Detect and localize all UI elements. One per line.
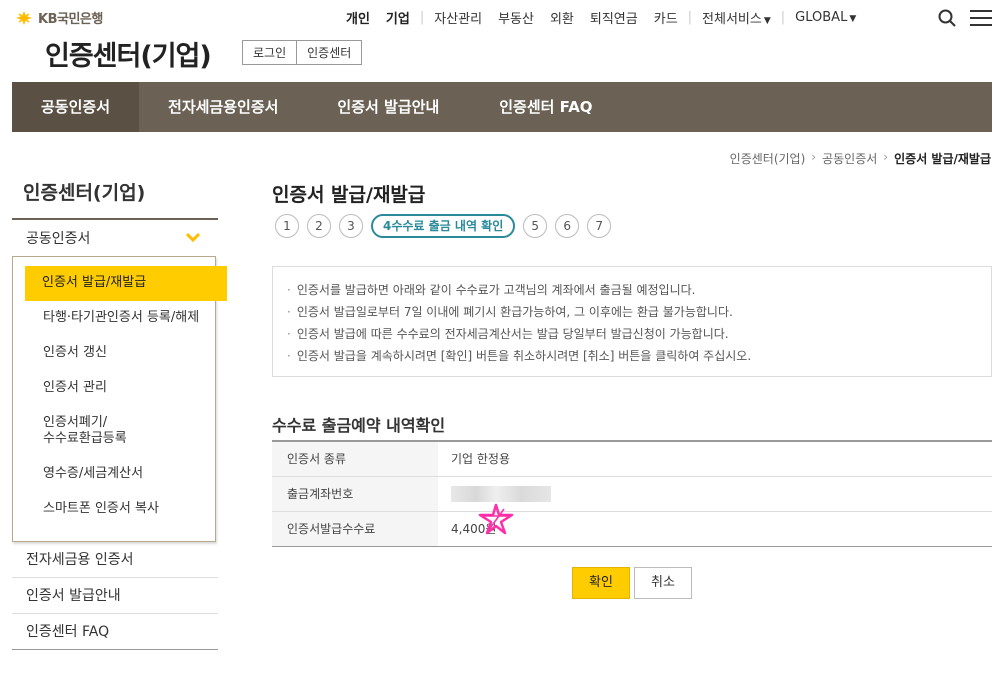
sidebar-item-register[interactable]: 타행·타기관인증서 등록/해제 xyxy=(13,301,215,336)
step-current: 4수수료 출금 내역 확인 xyxy=(371,214,516,238)
step-item: 7 xyxy=(587,214,612,238)
table-row: 인증서발급수수료 4,400원 xyxy=(272,503,992,546)
search-icon[interactable] xyxy=(938,9,956,27)
top-nav-global[interactable]: GLOBAL ▼ xyxy=(787,10,864,25)
confirm-button[interactable]: 확인 xyxy=(572,567,630,599)
step-item: 1 xyxy=(275,214,299,238)
star-annotation-icon xyxy=(478,503,514,534)
breadcrumb: 인증센터(기업) › 공동인증서 › 인증서 발급/재발급 xyxy=(730,150,991,167)
sidebar-menu: 공동인증서 인증서 발급/재발급 타행·타기관인증서 등록/해제 인증서 갱신 … xyxy=(12,218,227,651)
top-nav-forex[interactable]: 외환 xyxy=(542,8,582,27)
chevron-right-icon: › xyxy=(811,150,817,164)
site-title[interactable]: 인증센터(기업) xyxy=(45,34,212,73)
caret-down-icon: ▼ xyxy=(763,16,771,26)
global-label: GLOBAL xyxy=(795,10,848,25)
top-nav-card[interactable]: 카드 xyxy=(646,8,686,27)
page-title: 인증서 발급/재발급 xyxy=(272,184,426,206)
table-value-fee: 4,400원 xyxy=(438,503,992,546)
sidebar-item-smartphone-copy[interactable]: 스마트폰 인증서 복사 xyxy=(13,492,215,527)
main-nav-joint-cert[interactable]: 공동인증서 xyxy=(12,82,140,132)
breadcrumb-current: 인증서 발급/재발급 xyxy=(894,152,991,166)
sidebar-category-label: 공동인증서 xyxy=(26,231,91,247)
fee-info-table: 인증서 종류 기업 한정용 출금계좌번호 인증서발급수수료 4,400원 xyxy=(272,440,992,547)
top-nav-business[interactable]: 기업 xyxy=(378,8,418,27)
top-nav-asset[interactable]: 자산관리 xyxy=(426,8,490,27)
top-nav-pension[interactable]: 퇴직연금 xyxy=(582,8,646,27)
sidebar-item-manage[interactable]: 인증서 관리 xyxy=(13,371,215,406)
kb-logo[interactable]: KB국민은행 xyxy=(14,8,103,27)
top-nav-realestate[interactable]: 부동산 xyxy=(490,8,542,27)
notice-item: 인증서 발급을 계속하시려면 [확인] 버튼을 취소하시려면 [취소] 버튼을 … xyxy=(287,345,977,367)
table-label: 인증서발급수수료 xyxy=(272,511,438,546)
sidebar-submenu: 인증서 발급/재발급 타행·타기관인증서 등록/해제 인증서 갱신 인증서 관리… xyxy=(12,256,227,543)
breadcrumb-item[interactable]: 인증센터(기업) xyxy=(730,150,806,167)
masked-account-number xyxy=(451,485,551,502)
step-item: 2 xyxy=(307,214,331,238)
nav-divider: | xyxy=(687,10,693,25)
all-services-label: 전체서비스 xyxy=(702,12,762,27)
step-item: 5 xyxy=(523,214,548,238)
breadcrumb-item[interactable]: 공동인증서 xyxy=(822,150,877,167)
nav-divider: | xyxy=(419,10,425,25)
table-value-masked xyxy=(438,476,992,511)
sidebar-item-issue[interactable]: 인증서 발급/재발급 xyxy=(25,266,227,301)
notice-item: 인증서 발급에 따른 수수료의 전자세금계산서는 발급 당일부터 발급신청이 가… xyxy=(287,323,977,345)
sidebar-item-etax[interactable]: 전자세금용 인증서 xyxy=(12,542,218,579)
sidebar-item-receipt[interactable]: 영수증/세금계산서 xyxy=(13,457,215,492)
chevron-right-icon: › xyxy=(883,150,889,164)
cancel-button[interactable]: 취소 xyxy=(634,567,692,599)
sidebar-item-issue-guide[interactable]: 인증서 발급안내 xyxy=(12,578,218,615)
top-nav-personal[interactable]: 개인 xyxy=(338,8,378,27)
sidebar-title: 인증센터(기업) xyxy=(23,182,146,204)
main-nav-etax-cert[interactable]: 전자세금용인증서 xyxy=(139,82,307,132)
main-nav-issue-guide[interactable]: 인증서 발급안내 xyxy=(307,82,469,132)
chevron-down-icon xyxy=(186,232,200,242)
action-buttons: 확인 취소 xyxy=(572,567,692,599)
notice-item: 인증서를 발급하면 아래와 같이 수수료가 고객님의 계좌에서 출금될 예정입니… xyxy=(287,279,977,301)
step-indicator: 1 2 3 4수수료 출금 내역 확인 5 6 7 xyxy=(275,214,612,238)
table-row: 출금계좌번호 xyxy=(272,476,992,511)
top-nav-all-services[interactable]: 전체서비스 ▼ xyxy=(694,8,779,27)
sidebar-item-renew[interactable]: 인증서 갱신 xyxy=(13,336,215,371)
top-nav: 개인 기업 | 자산관리 부동산 외환 퇴직연금 카드 | 전체서비스 ▼ | G… xyxy=(338,8,864,27)
table-label: 인증서 종류 xyxy=(272,441,438,476)
caret-down-icon: ▼ xyxy=(849,14,857,24)
cert-center-link[interactable]: 인증센터 xyxy=(296,41,361,64)
main-nav: 공동인증서 전자세금용인증서 인증서 발급안내 인증센터 FAQ xyxy=(12,82,992,132)
step-item: 6 xyxy=(555,214,580,238)
table-label: 출금계좌번호 xyxy=(272,476,438,511)
logo-text: KB국민은행 xyxy=(38,12,103,27)
step-item: 3 xyxy=(339,214,363,238)
sidebar-item-revoke[interactable]: 인증서폐기/ 수수료환급등록 xyxy=(13,406,215,458)
site-links: 로그인 인증센터 xyxy=(242,40,363,65)
sidebar-item-faq[interactable]: 인증센터 FAQ xyxy=(12,614,218,651)
kb-star-icon xyxy=(16,10,32,25)
nav-divider: | xyxy=(780,10,786,25)
login-link[interactable]: 로그인 xyxy=(243,41,296,64)
notice-box: 인증서를 발급하면 아래와 같이 수수료가 고객님의 계좌에서 출금될 예정입니… xyxy=(272,266,992,377)
section-title: 수수료 출금예약 내역확인 xyxy=(272,416,446,435)
sidebar-category-joint-cert[interactable]: 공동인증서 xyxy=(12,218,218,256)
notice-item: 인증서 발급일로부터 7일 이내에 폐기시 환급가능하여, 그 이후에는 환급 … xyxy=(287,301,977,323)
main-nav-faq[interactable]: 인증센터 FAQ xyxy=(469,82,622,132)
table-value: 기업 한정용 xyxy=(451,452,511,467)
table-row: 인증서 종류 기업 한정용 xyxy=(272,441,992,476)
hamburger-menu-icon[interactable] xyxy=(970,10,992,26)
